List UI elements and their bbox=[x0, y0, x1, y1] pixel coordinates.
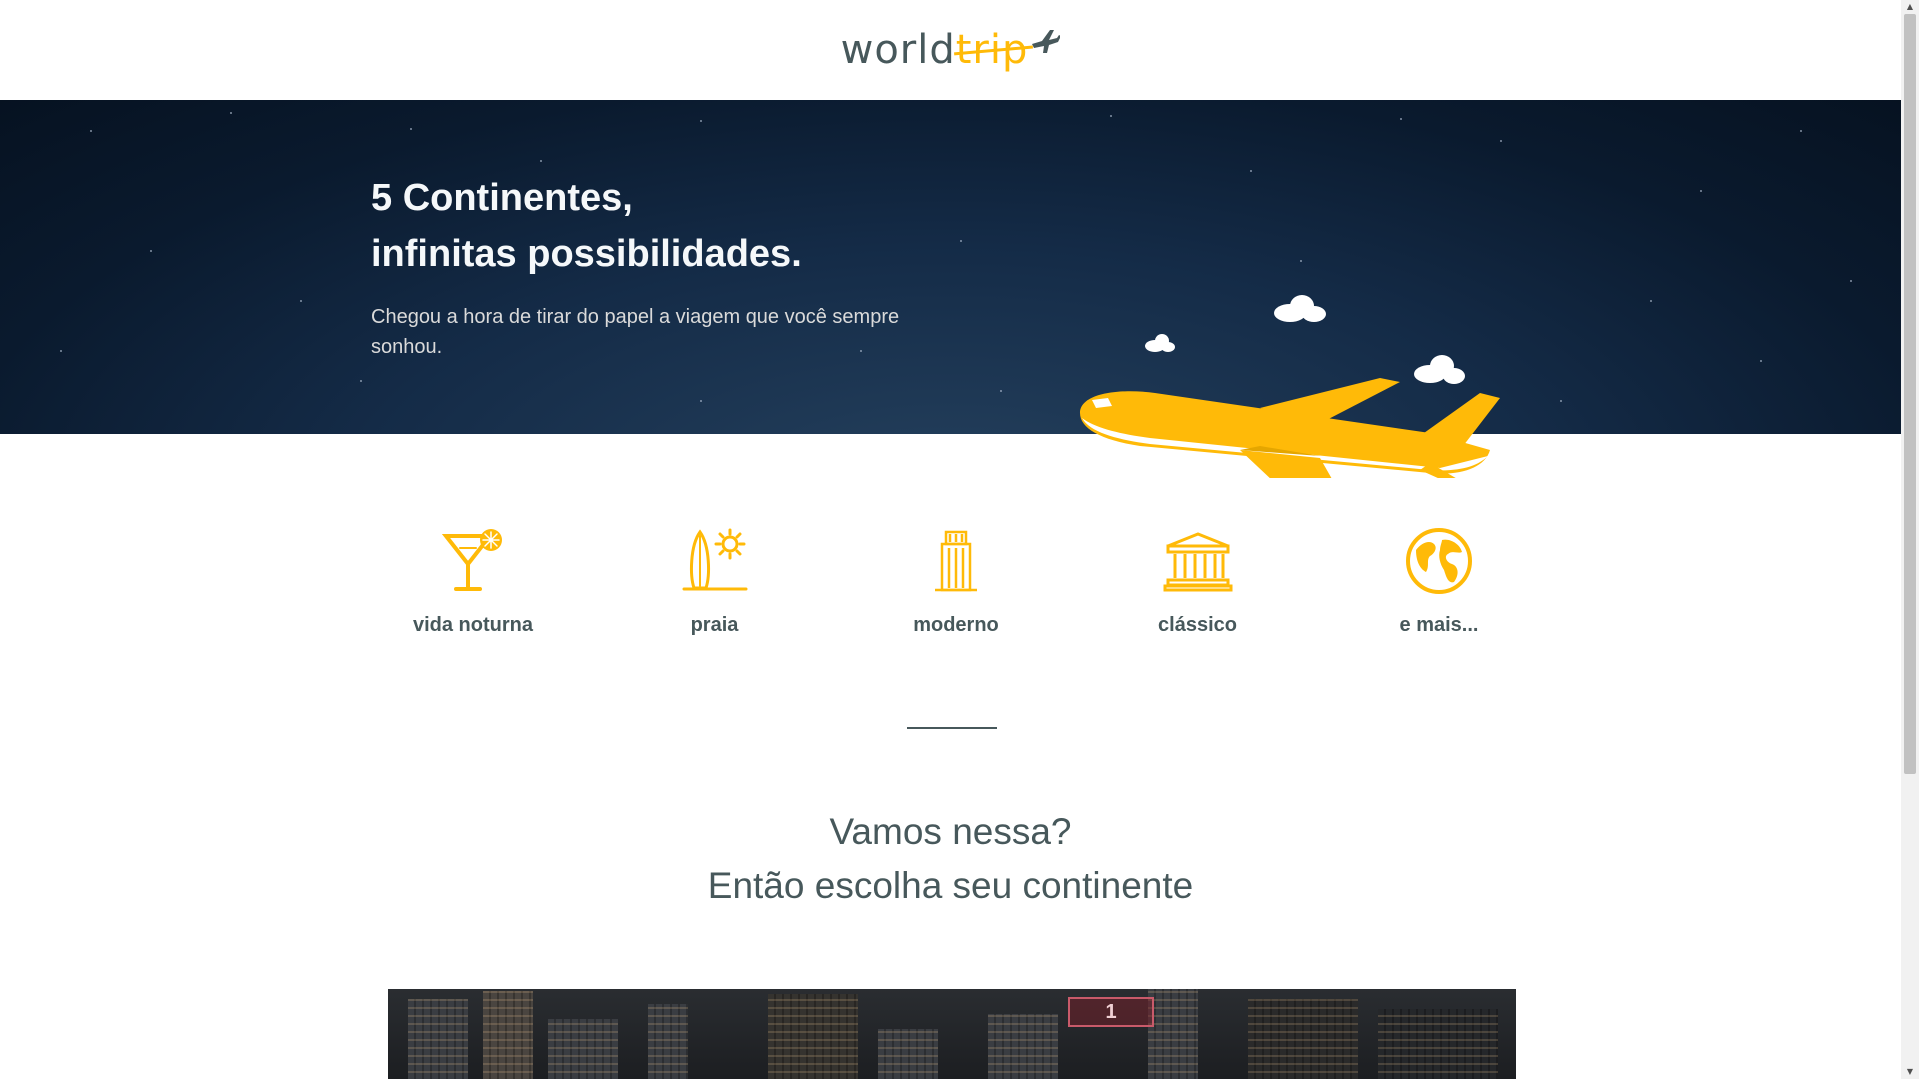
city-building bbox=[548, 1019, 618, 1079]
scrollbar-thumb[interactable] bbox=[1904, 14, 1916, 774]
banner-title-line2: infinitas possibilidades. bbox=[371, 233, 802, 275]
site-header: world trip bbox=[0, 0, 1901, 100]
cocktail-icon bbox=[433, 526, 513, 596]
city-building bbox=[988, 1014, 1058, 1079]
city-building bbox=[1248, 999, 1358, 1079]
museum-icon bbox=[1158, 526, 1238, 596]
billboard-sign: 1 bbox=[1068, 997, 1154, 1027]
city-building bbox=[483, 991, 533, 1079]
banner-title: 5 Continentes, infinitas possibilidades. bbox=[371, 170, 802, 282]
skyscraper-icon bbox=[916, 526, 996, 596]
scroll-up-arrow-icon[interactable]: ▲ bbox=[1905, 2, 1915, 12]
travel-type-label: moderno bbox=[913, 614, 999, 636]
travel-type-label: praia bbox=[690, 614, 739, 636]
continent-slider[interactable]: 1 bbox=[388, 989, 1516, 1079]
travel-type-modern[interactable]: moderno bbox=[871, 526, 1041, 646]
hero-banner: 5 Continentes, infinitas possibilidades.… bbox=[0, 100, 1901, 478]
travel-type-label: vida noturna bbox=[412, 614, 533, 636]
section-divider bbox=[907, 727, 997, 729]
city-building bbox=[768, 994, 858, 1079]
travel-type-more[interactable]: e mais... bbox=[1354, 526, 1524, 646]
travel-type-beach[interactable]: praia bbox=[630, 526, 800, 646]
globe-icon bbox=[1399, 526, 1479, 596]
logo-text-trip: trip bbox=[955, 27, 1029, 73]
continent-cta-heading: Vamos nessa? Então escolha seu continent… bbox=[0, 805, 1901, 913]
cta-line2: Então escolha seu continente bbox=[707, 865, 1194, 906]
banner-subtitle: Chegou a hora de tirar do papel a viagem… bbox=[371, 306, 900, 358]
city-building bbox=[878, 1029, 938, 1079]
banner-title-line1: 5 Continentes, bbox=[371, 177, 633, 219]
city-building bbox=[1378, 1009, 1498, 1079]
travel-type-label: e mais... bbox=[1399, 614, 1479, 636]
travel-type-nightlife[interactable]: vida noturna bbox=[388, 526, 558, 646]
airplane-illustration bbox=[1080, 295, 1500, 478]
travel-type-classic[interactable]: clássico bbox=[1113, 526, 1283, 646]
city-building bbox=[1148, 989, 1198, 1079]
cta-line1: Vamos nessa? bbox=[829, 811, 1072, 852]
surfboard-sun-icon bbox=[675, 526, 755, 596]
scroll-down-arrow-icon[interactable]: ▼ bbox=[1905, 1067, 1915, 1077]
city-building bbox=[408, 999, 468, 1079]
logo-text-world: world bbox=[840, 27, 956, 73]
logo-airplane-icon bbox=[1032, 30, 1061, 53]
city-building bbox=[648, 1004, 688, 1079]
worldtrip-logo[interactable]: world trip bbox=[841, 20, 1061, 80]
travel-type-label: clássico bbox=[1158, 614, 1237, 636]
travel-types: vida noturna praia moderno clássico e ma… bbox=[388, 526, 1524, 646]
